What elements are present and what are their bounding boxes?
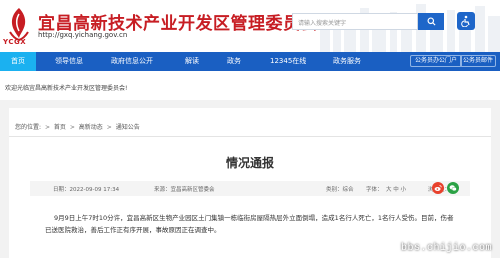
nav-item-affairs[interactable]: 政务 xyxy=(227,52,241,71)
site-url: http://gxq.yichang.gov.cn xyxy=(38,31,128,39)
accessibility-icon xyxy=(461,15,470,27)
search-button[interactable] xyxy=(418,13,444,30)
article-title: 情况通报 xyxy=(225,156,274,170)
wechat-icon xyxy=(449,185,457,191)
search-input[interactable]: 请输入搜索关键字 xyxy=(292,13,418,30)
civil-servant-portal-link[interactable]: 公务员办公门户 xyxy=(410,55,463,67)
article-body: 9月9日上午7时10分许，宜昌高新区生物产业园区土门集镇一栋临街房屋隔热层外立面… xyxy=(45,214,454,234)
main-nav: 首页 领导信息 政府信息公开 解读 政务 12345在线 政务服务 公务员办公门… xyxy=(0,52,500,71)
nav-item-home[interactable]: 首页 xyxy=(0,52,36,71)
breadcrumb: 您的位置: > 首页 > 高新动态 > 通知公告 xyxy=(9,116,491,137)
breadcrumb-separator: > xyxy=(69,124,75,131)
nav-item-leaders[interactable]: 领导信息 xyxy=(55,52,83,71)
nav-item-12345[interactable]: 12345在线 xyxy=(270,52,306,71)
welcome-strip: 欢迎光临宜昌高新技术产业开发区管理委员会! xyxy=(0,71,500,100)
site-header: YCGX 宜昌高新技术产业开发区管理委员会 http://gxq.yichang… xyxy=(0,0,500,52)
share-wechat-button[interactable] xyxy=(447,182,459,194)
font-size-options[interactable]: 大 中 小 xyxy=(386,185,406,193)
welcome-text: 欢迎光临宜昌高新技术产业开发区管理委员会! xyxy=(5,85,128,92)
breadcrumb-home[interactable]: 首页 xyxy=(54,124,66,131)
article-meta-bar: 日期：2022-09-09 17:34 来源：宜昌高新区管委会 类别：综合 字体… xyxy=(30,181,470,196)
breadcrumb-separator: > xyxy=(106,124,112,131)
breadcrumb-separator: > xyxy=(44,124,50,131)
article-date: 日期：2022-09-09 17:34 xyxy=(53,187,120,193)
nav-item-services[interactable]: 政务服务 xyxy=(333,52,361,71)
forum-watermark: bbs.chijio.com xyxy=(400,243,492,254)
accessibility-button[interactable] xyxy=(457,12,475,30)
font-size-label: 字体： xyxy=(366,187,383,193)
article-category: 类别：综合 xyxy=(326,187,354,193)
nav-item-interpretation[interactable]: 解读 xyxy=(185,52,199,71)
logo-caption: YCGX xyxy=(3,38,27,46)
share-weibo-button[interactable] xyxy=(432,182,444,194)
article-panel: 您的位置: > 首页 > 高新动态 > 通知公告 情况通报 日期：2022-09… xyxy=(9,108,491,258)
search-icon xyxy=(426,17,436,26)
breadcrumb-label: 您的位置: xyxy=(15,124,42,131)
nav-item-gov-info[interactable]: 政府信息公开 xyxy=(111,52,153,71)
breadcrumb-news[interactable]: 高新动态 xyxy=(79,124,103,131)
civil-servant-mail-link[interactable]: 公务员邮件 xyxy=(460,55,497,67)
breadcrumb-notices[interactable]: 通知公告 xyxy=(116,124,140,131)
weibo-icon xyxy=(434,185,442,191)
article-source: 来源：宜昌高新区管委会 xyxy=(154,187,215,193)
